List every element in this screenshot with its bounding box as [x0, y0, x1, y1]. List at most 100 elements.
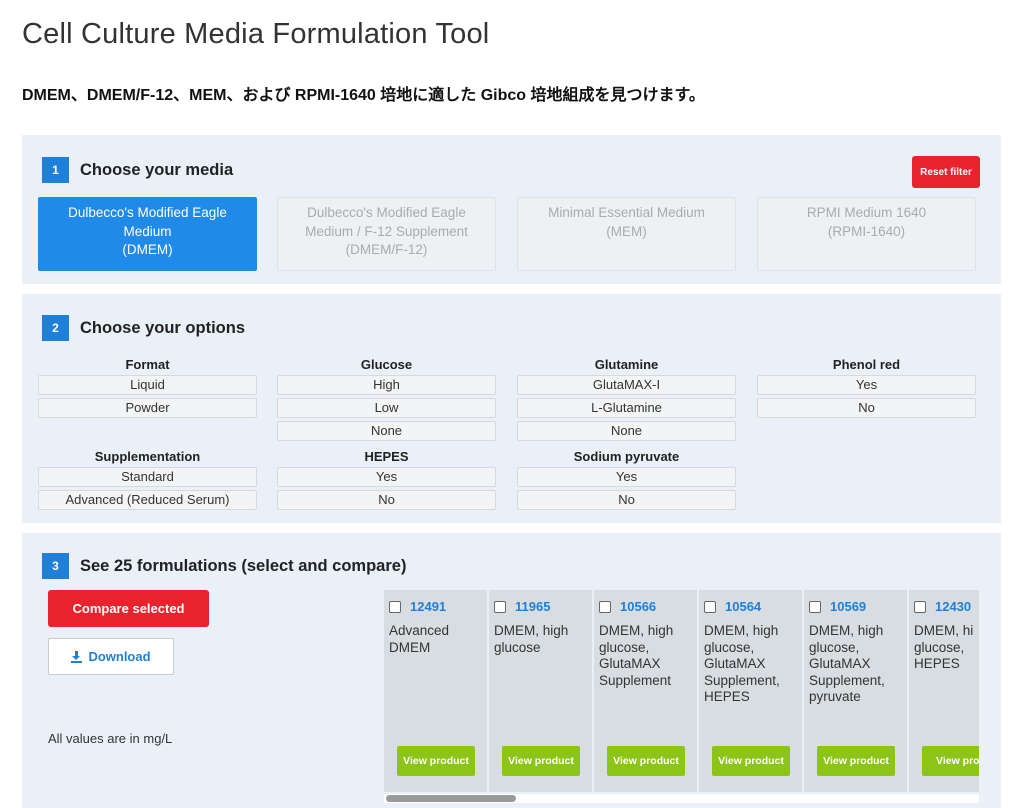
- media-card-line: Minimal Essential Medium: [548, 205, 705, 220]
- view-product-button[interactable]: View product: [397, 746, 475, 776]
- option-group-label: Supplementation: [94, 449, 201, 464]
- formulation-checkbox[interactable]: [494, 600, 506, 613]
- option-group-supplementation: Supplementation Standard Advanced (Reduc…: [38, 448, 257, 513]
- view-product-button[interactable]: View product: [712, 746, 790, 776]
- formulation-description: DMEM, hi glucose, HEPES: [914, 623, 974, 672]
- units-note: All values are in mg/L: [48, 731, 173, 746]
- option-glucose-none[interactable]: None: [277, 421, 496, 441]
- formulation-header: 12491: [389, 599, 446, 614]
- download-button[interactable]: Download: [48, 638, 174, 675]
- option-group-glucose: Glucose High Low None: [277, 356, 496, 444]
- option-phenol-red-no[interactable]: No: [757, 398, 976, 418]
- formulation-description: DMEM, high glucose: [494, 623, 569, 655]
- media-card-line: Dulbecco's Modified Eagle: [307, 205, 466, 220]
- option-hepes-no[interactable]: No: [277, 490, 496, 510]
- media-card-line: (MEM): [606, 223, 647, 239]
- option-sodium-pyruvate-no[interactable]: No: [517, 490, 736, 510]
- step-1-number: 1: [42, 157, 69, 183]
- option-group-hepes: HEPES Yes No: [277, 448, 496, 513]
- media-card-line: RPMI Medium 1640: [806, 205, 927, 220]
- media-card-mem[interactable]: Minimal Essential Medium (MEM): [517, 197, 736, 271]
- horizontal-scrollbar[interactable]: [384, 794, 979, 803]
- formulation-catalog-link[interactable]: 10569: [830, 599, 866, 614]
- option-group-label: Phenol red: [832, 357, 901, 372]
- option-supplementation-standard[interactable]: Standard: [38, 467, 257, 487]
- formulation-card-10564: 10564 DMEM, high glucose, GlutaMAX Suppl…: [699, 590, 802, 792]
- option-format-powder[interactable]: Powder: [38, 398, 257, 418]
- option-hepes-yes[interactable]: Yes: [277, 467, 496, 487]
- formulation-checkbox[interactable]: [599, 600, 611, 613]
- option-group-label: Format: [125, 357, 170, 372]
- download-label: Download: [88, 649, 151, 664]
- formulation-checkbox[interactable]: [809, 600, 821, 613]
- option-glutamine-none[interactable]: None: [517, 421, 736, 441]
- step-3-header: 3 See 25 formulations (select and compar…: [42, 553, 406, 579]
- formulation-header: 10569: [809, 599, 866, 614]
- formulation-description: DMEM, high glucose, GlutaMAX Supplement,…: [704, 623, 780, 705]
- formulation-catalog-link[interactable]: 11965: [515, 599, 550, 614]
- formulation-checkbox[interactable]: [704, 600, 716, 613]
- formulation-checkbox[interactable]: [914, 600, 926, 613]
- formulation-card-10569: 10569 DMEM, high glucose, GlutaMAX Suppl…: [804, 590, 907, 792]
- option-group-label: Glutamine: [594, 357, 659, 372]
- step-2-header: 2 Choose your options: [42, 315, 245, 341]
- formulations-scroll-area[interactable]: 12491 Advanced DMEM View product 11965 D…: [384, 590, 979, 794]
- formulation-description: DMEM, high glucose, GlutaMAX Supplement: [599, 623, 674, 688]
- formulation-card-12430: 12430 DMEM, hi glucose, HEPES View prod: [909, 590, 979, 792]
- formulation-header: 10566: [599, 599, 656, 614]
- formulations-list: 12491 Advanced DMEM View product 11965 D…: [384, 590, 979, 794]
- step-3-number: 3: [42, 553, 69, 579]
- option-group-label: HEPES: [364, 449, 409, 464]
- compare-selected-button[interactable]: Compare selected: [48, 590, 209, 627]
- formulation-catalog-link[interactable]: 12491: [410, 599, 446, 614]
- reset-filter-button[interactable]: Reset filter: [912, 156, 980, 188]
- option-glucose-low[interactable]: Low: [277, 398, 496, 418]
- option-group-phenol-red: Phenol red Yes No: [757, 356, 976, 421]
- formulation-description: DMEM, high glucose, GlutaMAX Supplement,…: [809, 623, 885, 705]
- step-1-header: 1 Choose your media: [42, 157, 233, 183]
- formulations-panel: 3 See 25 formulations (select and compar…: [22, 533, 1001, 808]
- page-title: Cell Culture Media Formulation Tool: [22, 18, 490, 50]
- step-3-title: See 25 formulations (select and compare): [80, 556, 407, 575]
- media-card-line: (DMEM/F-12): [345, 242, 428, 257]
- view-product-button[interactable]: View product: [817, 746, 895, 776]
- step-2-number: 2: [42, 315, 69, 341]
- view-product-button[interactable]: View product: [502, 746, 580, 776]
- formulation-catalog-link[interactable]: 10566: [620, 599, 656, 614]
- option-glucose-high[interactable]: High: [277, 375, 496, 395]
- formulation-card-10566: 10566 DMEM, high glucose, GlutaMAX Suppl…: [594, 590, 697, 792]
- media-card-dmem-f12[interactable]: Dulbecco's Modified Eagle Medium / F-12 …: [277, 197, 496, 271]
- view-product-button[interactable]: View product: [607, 746, 685, 776]
- download-icon: [71, 650, 83, 663]
- view-product-button[interactable]: View prod: [922, 746, 979, 776]
- formulation-catalog-link[interactable]: 10564: [725, 599, 761, 614]
- option-sodium-pyruvate-yes[interactable]: Yes: [517, 467, 736, 487]
- media-card-line: Medium / F-12 Supplement: [305, 223, 468, 239]
- options-panel: 2 Choose your options Format Liquid Powd…: [22, 294, 1001, 523]
- page-subtitle: DMEM、DMEM/F-12、MEM、および RPMI-1640 培地に適した …: [22, 87, 705, 104]
- formulation-description: Advanced DMEM: [389, 623, 450, 655]
- formulation-checkbox[interactable]: [389, 600, 401, 613]
- step-2-title: Choose your options: [80, 318, 245, 337]
- formulation-catalog-link[interactable]: 12430: [935, 599, 971, 614]
- media-card-line: Medium: [123, 223, 172, 239]
- option-group-sodium-pyruvate: Sodium pyruvate Yes No: [517, 448, 736, 513]
- scrollbar-thumb[interactable]: [386, 795, 516, 802]
- media-card-line: Dulbecco's Modified Eagle: [68, 205, 227, 220]
- option-supplementation-advanced[interactable]: Advanced (Reduced Serum): [38, 490, 257, 510]
- media-card-line: (RPMI-1640): [827, 223, 906, 239]
- step-1-title: Choose your media: [80, 160, 234, 179]
- option-phenol-red-yes[interactable]: Yes: [757, 375, 976, 395]
- option-group-label: Glucose: [360, 357, 413, 372]
- formulation-header: 11965: [494, 599, 550, 614]
- formulation-card-11965: 11965 DMEM, high glucose View product: [489, 590, 592, 792]
- option-format-liquid[interactable]: Liquid: [38, 375, 257, 395]
- media-card-dmem[interactable]: Dulbecco's Modified Eagle Medium (DMEM): [38, 197, 257, 271]
- option-glutamine-glutamax[interactable]: GlutaMAX-I: [517, 375, 736, 395]
- formulation-card-12491: 12491 Advanced DMEM View product: [384, 590, 487, 792]
- option-group-format: Format Liquid Powder: [38, 356, 257, 421]
- formulation-header: 12430: [914, 599, 971, 614]
- option-group-label: Sodium pyruvate: [573, 449, 680, 464]
- option-glutamine-l-glutamine[interactable]: L-Glutamine: [517, 398, 736, 418]
- media-card-rpmi[interactable]: RPMI Medium 1640 (RPMI-1640): [757, 197, 976, 271]
